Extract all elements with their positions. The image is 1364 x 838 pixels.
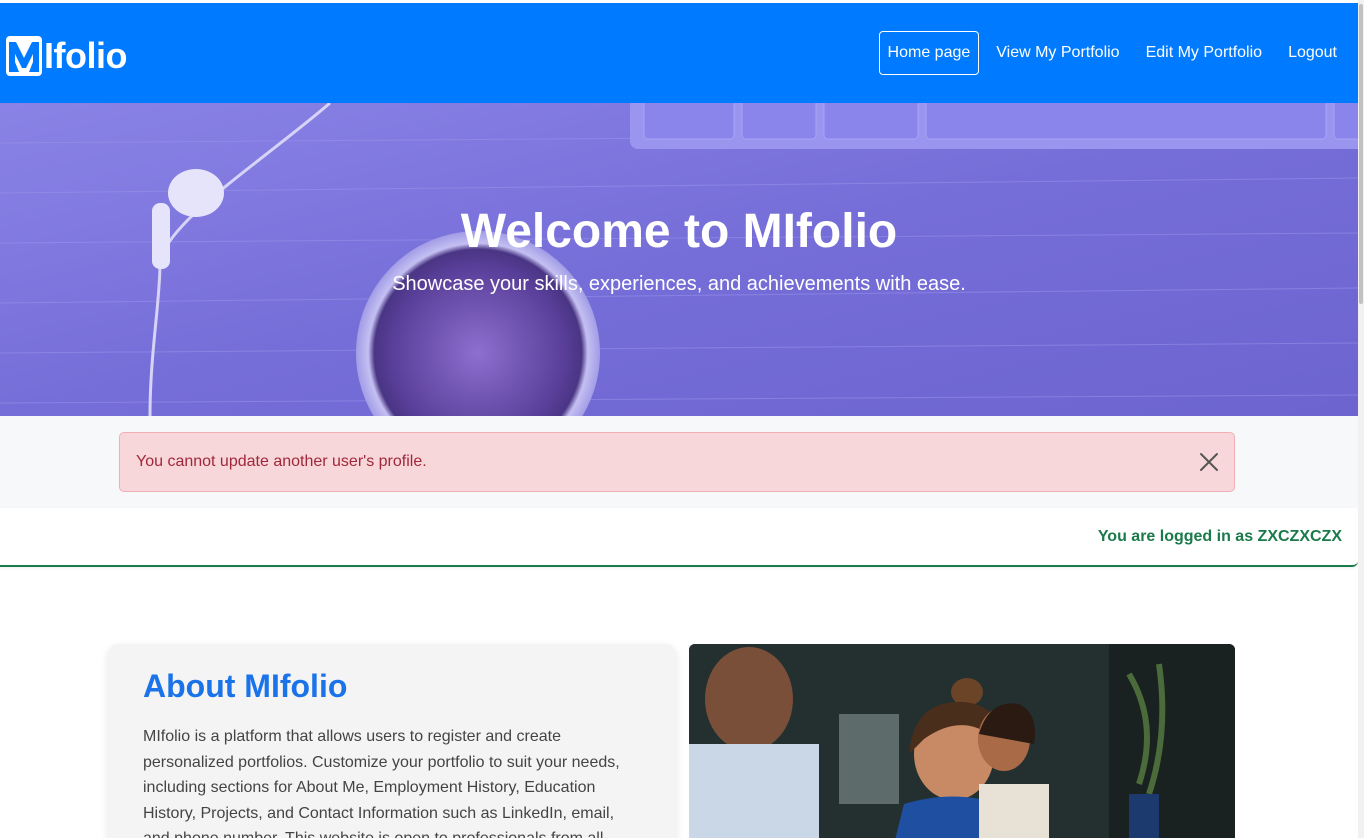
login-status-bar: You are logged in as ZXCZXCZX — [0, 508, 1358, 567]
about-photo — [689, 644, 1235, 838]
scrollbar-thumb[interactable] — [1359, 4, 1363, 304]
nav-view-portfolio[interactable]: View My Portfolio — [987, 31, 1128, 75]
about-title: About MIfolio — [143, 668, 348, 704]
logo-m-icon — [6, 36, 42, 76]
alert-area: You cannot update another user's profile… — [0, 416, 1358, 508]
logged-in-text: You are logged in as ZXCZXCZX — [1097, 528, 1342, 545]
logo[interactable]: Ifolio — [6, 32, 127, 76]
page-scrollbar[interactable] — [1358, 0, 1364, 838]
hero-subtitle: Showcase your skills, experiences, and a… — [392, 273, 966, 295]
main-nav: Home page View My Portfolio Edit My Port… — [871, 31, 1346, 75]
alert-message: You cannot update another user's profile… — [136, 453, 427, 470]
error-alert: You cannot update another user's profile… — [119, 432, 1235, 492]
hero-background-image — [0, 103, 1358, 416]
hero-title: Welcome to MIfolio — [460, 205, 898, 258]
nav-home-page[interactable]: Home page — [878, 31, 980, 75]
nav-logout[interactable]: Logout — [1279, 31, 1346, 75]
logo-text: Ifolio — [44, 35, 127, 76]
nav-edit-portfolio[interactable]: Edit My Portfolio — [1137, 31, 1271, 75]
navbar: Ifolio Home page View My Portfolio Edit … — [0, 3, 1358, 103]
about-card: About MIfolio MIfolio is a platform that… — [107, 644, 677, 838]
about-body: MIfolio is a platform that allows users … — [143, 728, 620, 838]
close-icon[interactable] — [1198, 451, 1220, 473]
hero-banner: Welcome to MIfolio Showcase your skills,… — [0, 103, 1358, 416]
